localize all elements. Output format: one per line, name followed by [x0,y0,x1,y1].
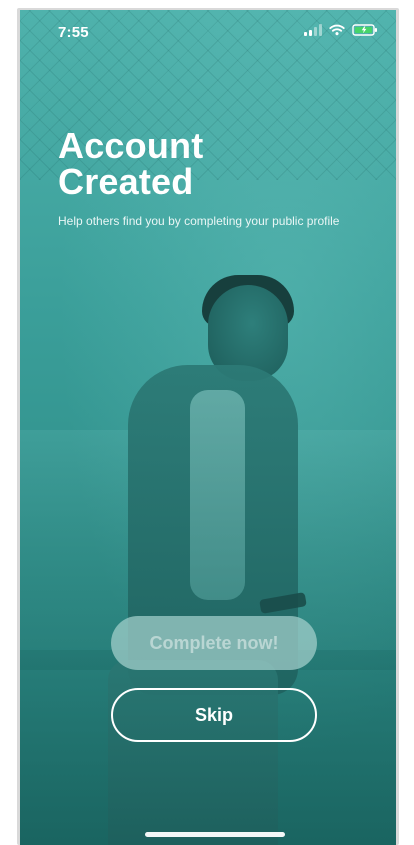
wifi-icon [328,24,346,36]
status-bar: 7:55 [20,10,396,54]
page-title-line-2: Created [58,161,194,202]
skip-button[interactable]: Skip [111,688,317,742]
status-time: 7:55 [58,24,89,41]
person-shirt [190,390,245,600]
app-screen: 7:55 Account Created Help others find yo… [20,10,396,845]
page-title: Account Created [58,128,358,200]
status-icons [304,24,378,36]
home-indicator [145,832,285,837]
signal-icon [304,24,322,36]
complete-now-button[interactable]: Complete now! [111,616,317,670]
battery-charging-icon [352,24,378,36]
page-title-line-1: Account [58,125,204,166]
page-subtitle: Help others find you by completing your … [58,214,340,228]
